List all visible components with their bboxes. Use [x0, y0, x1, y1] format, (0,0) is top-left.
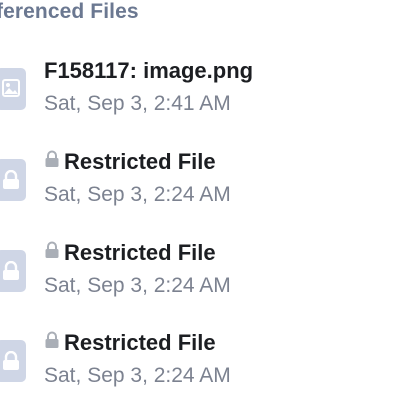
- file-title-link[interactable]: Restricted File: [44, 240, 216, 266]
- lock-icon: [44, 239, 60, 265]
- lock-icon: [44, 329, 60, 355]
- file-date: Sat, Sep 3, 2:24 AM: [44, 183, 231, 206]
- file-item[interactable]: Restricted File Sat, Sep 3, 2:24 AM: [0, 149, 400, 229]
- lock-file-icon: [0, 340, 26, 382]
- lock-file-icon: [0, 159, 26, 201]
- file-item[interactable]: F158117: image.png Sat, Sep 3, 2:41 AM: [0, 58, 400, 138]
- referenced-files-panel: ferenced Files F158117: image.png Sat, S…: [0, 0, 400, 400]
- file-date: Sat, Sep 3, 2:24 AM: [44, 364, 231, 387]
- file-title-link[interactable]: F158117: image.png: [44, 58, 253, 84]
- lock-icon: [44, 148, 60, 174]
- file-title-link[interactable]: Restricted File: [44, 330, 216, 356]
- file-date: Sat, Sep 3, 2:41 AM: [44, 92, 231, 115]
- file-title-link[interactable]: Restricted File: [44, 149, 216, 175]
- lock-file-icon: [0, 250, 26, 292]
- file-date: Sat, Sep 3, 2:24 AM: [44, 274, 231, 297]
- file-title-text: F158117: image.png: [44, 58, 254, 83]
- file-title-text: Restricted File: [64, 149, 216, 174]
- image-file-icon: [0, 68, 26, 110]
- section-header: ferenced Files: [0, 0, 139, 23]
- file-title-text: Restricted File: [64, 240, 216, 265]
- file-item[interactable]: Restricted File Sat, Sep 3, 2:24 AM: [0, 330, 400, 400]
- file-item[interactable]: Restricted File Sat, Sep 3, 2:24 AM: [0, 240, 400, 320]
- file-title-text: Restricted File: [64, 330, 216, 355]
